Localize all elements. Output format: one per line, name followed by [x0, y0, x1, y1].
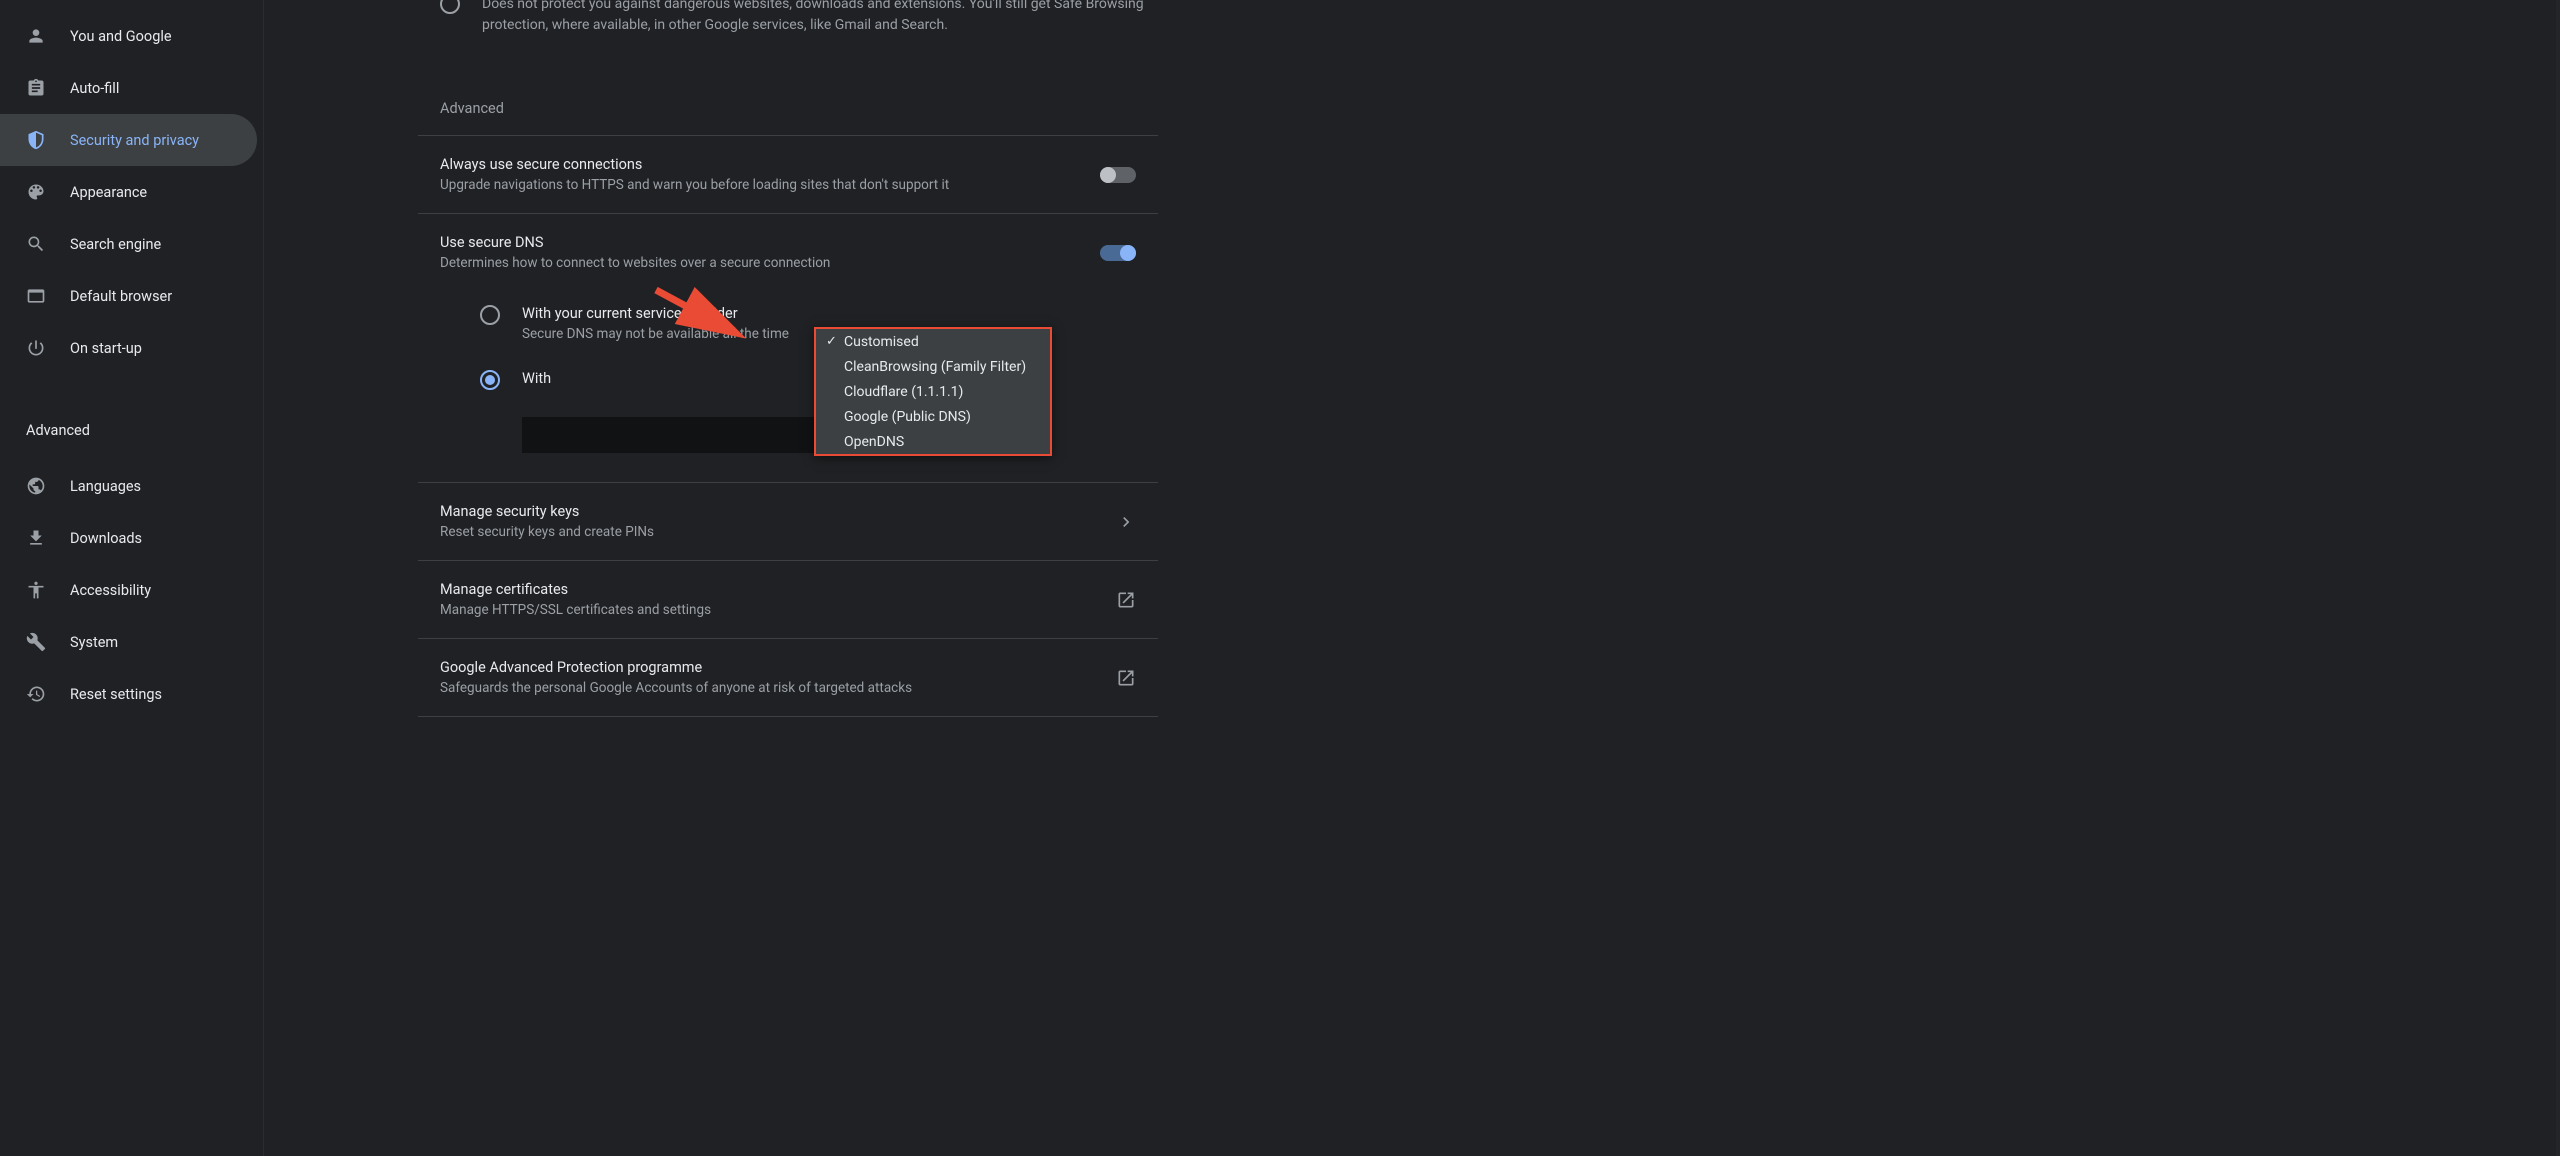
- palette-icon: [26, 182, 46, 202]
- radio-icon: [440, 0, 460, 14]
- sidebar-item-label: Default browser: [70, 288, 172, 305]
- sidebar-item-startup[interactable]: On start-up: [0, 322, 263, 374]
- radio-icon: [480, 305, 500, 325]
- toggle-secure-connections[interactable]: [1100, 167, 1136, 183]
- dropdown-item-label: Google (Public DNS): [844, 409, 971, 425]
- chevron-right-icon: [1116, 512, 1136, 532]
- sidebar: You and Google Auto-fill Security and pr…: [0, 0, 264, 1156]
- setting-desc: Determines how to connect to websites ov…: [440, 255, 1100, 271]
- dns-option-label: With: [522, 370, 551, 387]
- setting-title: Manage certificates: [440, 581, 1116, 598]
- setting-desc: Manage HTTPS/SSL certificates and settin…: [440, 602, 1116, 618]
- setting-desc: Safeguards the personal Google Accounts …: [440, 680, 1116, 696]
- search-icon: [26, 234, 46, 254]
- sidebar-item-label: You and Google: [70, 28, 172, 45]
- setting-secure-connections: Always use secure connections Upgrade na…: [418, 135, 1158, 214]
- power-icon: [26, 338, 46, 358]
- dropdown-item-google[interactable]: Google (Public DNS): [816, 404, 1050, 429]
- globe-icon: [26, 476, 46, 496]
- dropdown-item-label: OpenDNS: [844, 434, 904, 450]
- external-link-icon: [1116, 668, 1136, 688]
- main-content: Does not protect you against dangerous w…: [264, 0, 2560, 1156]
- sidebar-item-label: Languages: [70, 478, 141, 495]
- download-icon: [26, 528, 46, 548]
- sidebar-item-auto-fill[interactable]: Auto-fill: [0, 62, 263, 114]
- sidebar-item-system[interactable]: System: [0, 616, 263, 668]
- sidebar-item-security[interactable]: Security and privacy: [0, 114, 257, 166]
- sidebar-item-label: Accessibility: [70, 582, 151, 599]
- sidebar-section-label: Advanced: [26, 422, 90, 439]
- setting-title: Google Advanced Protection programme: [440, 659, 1116, 676]
- browser-icon: [26, 286, 46, 306]
- sidebar-item-label: On start-up: [70, 340, 142, 357]
- sidebar-item-languages[interactable]: Languages: [0, 460, 263, 512]
- check-icon: ✓: [826, 334, 844, 349]
- sidebar-item-downloads[interactable]: Downloads: [0, 512, 263, 564]
- wrench-icon: [26, 632, 46, 652]
- dropdown-item-cloudflare[interactable]: Cloudflare (1.1.1.1): [816, 379, 1050, 404]
- dropdown-item-label: Customised: [844, 334, 919, 350]
- toggle-secure-dns[interactable]: [1100, 245, 1136, 261]
- sidebar-item-label: Appearance: [70, 184, 147, 201]
- setting-title: Always use secure connections: [440, 156, 1100, 173]
- sidebar-item-default-browser[interactable]: Default browser: [0, 270, 263, 322]
- clipboard-icon: [26, 78, 46, 98]
- dropdown-item-customised[interactable]: ✓ Customised: [816, 329, 1050, 354]
- setting-desc: Reset security keys and create PINs: [440, 524, 1116, 540]
- person-icon: [26, 26, 46, 46]
- section-header-advanced: Advanced: [418, 50, 1158, 135]
- dns-option-desc: Secure DNS may not be available all the …: [522, 326, 789, 342]
- sidebar-section-advanced[interactable]: Advanced: [0, 404, 263, 456]
- setting-security-keys[interactable]: Manage security keys Reset security keys…: [418, 483, 1158, 561]
- setting-certificates[interactable]: Manage certificates Manage HTTPS/SSL cer…: [418, 561, 1158, 639]
- sidebar-item-search-engine[interactable]: Search engine: [0, 218, 263, 270]
- setting-secure-dns: Use secure DNS Determines how to connect…: [418, 214, 1158, 291]
- sidebar-item-label: Search engine: [70, 236, 161, 253]
- sidebar-item-label: Auto-fill: [70, 80, 119, 97]
- option-description: Does not protect you against dangerous w…: [482, 0, 1158, 36]
- scrollbar[interactable]: [2556, 0, 2560, 1156]
- no-protection-option[interactable]: Does not protect you against dangerous w…: [418, 0, 1158, 50]
- sidebar-item-reset[interactable]: Reset settings: [0, 668, 263, 720]
- sidebar-item-appearance[interactable]: Appearance: [0, 166, 263, 218]
- radio-selected-icon: [480, 370, 500, 390]
- accessibility-icon: [26, 580, 46, 600]
- setting-advanced-protection[interactable]: Google Advanced Protection programme Saf…: [418, 639, 1158, 717]
- sidebar-item-accessibility[interactable]: Accessibility: [0, 564, 263, 616]
- sidebar-item-label: System: [70, 634, 118, 651]
- dns-provider-dropdown[interactable]: ✓ Customised CleanBrowsing (Family Filte…: [814, 327, 1052, 456]
- external-link-icon: [1116, 590, 1136, 610]
- dropdown-item-label: CleanBrowsing (Family Filter): [844, 359, 1026, 375]
- shield-icon: [26, 130, 46, 150]
- dns-option-label: With your current service provider: [522, 305, 789, 322]
- dropdown-item-cleanbrowsing[interactable]: CleanBrowsing (Family Filter): [816, 354, 1050, 379]
- setting-title: Manage security keys: [440, 503, 1116, 520]
- dropdown-item-label: Cloudflare (1.1.1.1): [844, 384, 963, 400]
- setting-desc: Upgrade navigations to HTTPS and warn yo…: [440, 177, 1100, 193]
- dropdown-item-opendns[interactable]: OpenDNS: [816, 429, 1050, 454]
- sidebar-item-label: Downloads: [70, 530, 142, 547]
- setting-title: Use secure DNS: [440, 234, 1100, 251]
- history-icon: [26, 684, 46, 704]
- sidebar-item-label: Security and privacy: [70, 132, 199, 149]
- sidebar-item-label: Reset settings: [70, 686, 162, 703]
- sidebar-item-you-and-google[interactable]: You and Google: [0, 10, 263, 62]
